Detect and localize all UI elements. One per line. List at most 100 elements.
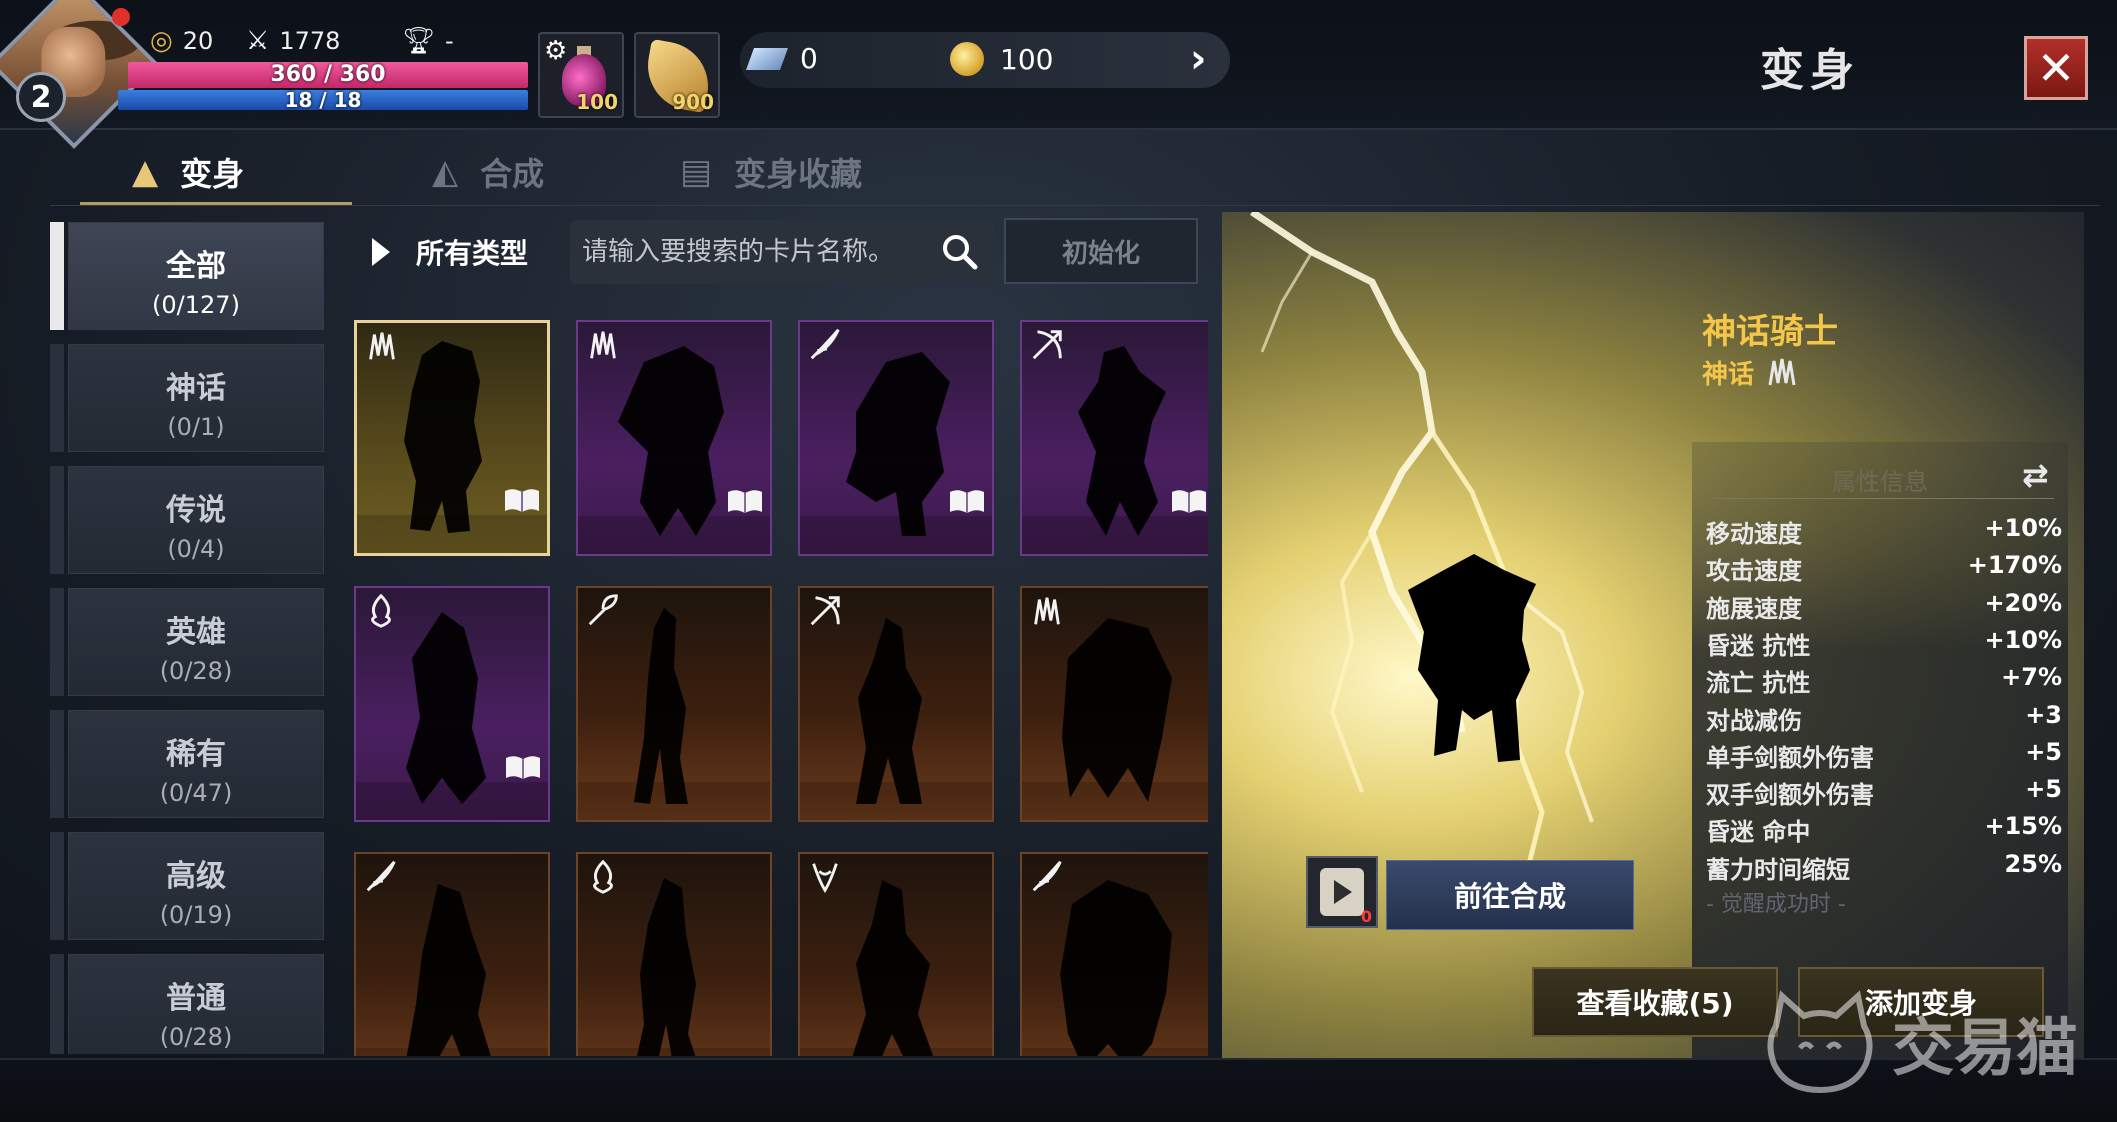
transform-card[interactable] (354, 320, 550, 556)
locked-silhouette (637, 878, 696, 1056)
category-mythic[interactable]: 神话 (0/1) (68, 344, 324, 452)
character-name: 神话骑士 (1702, 312, 1838, 352)
transform-card[interactable] (576, 586, 772, 822)
tab-transform[interactable]: ▲ 变身 (132, 136, 244, 208)
search-input[interactable] (582, 220, 942, 284)
gear-icon[interactable]: ⚙ (544, 36, 567, 66)
category-count: (0/4) (167, 535, 225, 563)
feather-icon (1032, 860, 1062, 892)
anvil-icon: ◭ (432, 152, 459, 192)
category-name: 英雄 (166, 615, 226, 650)
stat-name: 昏迷 命中 (1706, 818, 1811, 847)
leaf-count: 900 (672, 90, 714, 114)
character-rarity-label: 神话 (1702, 360, 1755, 390)
category-marker (50, 344, 64, 452)
stat-row: 攻击速度 +170% (1706, 551, 2062, 588)
stat-name: 双手剑额外伤害 (1706, 781, 1874, 810)
page-title: 变身 (1760, 45, 1860, 96)
transform-card[interactable] (798, 320, 994, 556)
close-button[interactable]: ✕ (2024, 36, 2088, 100)
type-filter-dropdown[interactable]: 所有类型 (372, 222, 528, 282)
category-count: (0/19) (159, 901, 233, 929)
category-count: (0/47) (159, 779, 233, 807)
transform-card[interactable] (1020, 852, 1208, 1056)
trophy-value: - (445, 27, 454, 55)
tab-collection[interactable]: ▤ 变身收藏 (680, 136, 862, 208)
transform-card[interactable] (798, 586, 994, 822)
claw-icon (369, 332, 395, 360)
transform-card[interactable] (1020, 320, 1208, 556)
stat-name: 昏迷 抗性 (1706, 631, 1811, 660)
transform-card[interactable] (576, 320, 772, 556)
search-box (570, 220, 994, 284)
search-icon[interactable] (940, 232, 980, 272)
trophy-icon: 🏆︎ (402, 26, 436, 56)
tab-synthesis[interactable]: ◭ 合成 (432, 136, 544, 208)
category-all[interactable]: 全部 (0/127) (68, 222, 324, 330)
synthesis-item-count: 0 (1360, 907, 1372, 926)
stat-row: 流亡 抗性 +7% (1706, 663, 2062, 700)
view-collection-button[interactable]: 查看收藏(5) (1532, 967, 1778, 1037)
diamond-currency: 0 (745, 42, 818, 75)
stat-row: 蓄力时间缩短 25% (1706, 850, 2062, 887)
gold-coin-icon (950, 42, 984, 76)
diamond-icon (745, 47, 789, 70)
transform-card[interactable] (1020, 586, 1208, 822)
stat-name: 攻击速度 (1706, 557, 1802, 586)
transform-card-grid (344, 296, 1208, 1056)
stat-value: +7% (2001, 663, 2062, 692)
notification-dot (112, 8, 130, 26)
transform-card[interactable] (354, 586, 550, 822)
synthesis-scroll-slot[interactable]: 0 (1306, 856, 1378, 928)
category-count: (0/127) (152, 291, 240, 319)
currency-expand-arrow-icon[interactable]: › (1190, 36, 1206, 82)
book-icon: ▤ (680, 152, 713, 192)
stat-name: 流亡 抗性 (1706, 669, 1811, 698)
potion-slot[interactable]: ⚙ 100 (538, 32, 624, 118)
swap-arrows-icon[interactable]: ⇄ (2022, 456, 2049, 494)
coil-icon: ◎ (150, 26, 173, 56)
gold-value: 100 (1000, 42, 1054, 76)
open-book-icon (728, 490, 762, 513)
feather-icon (366, 860, 396, 892)
leaf-slot[interactable]: 900 (634, 32, 720, 118)
transform-card[interactable] (798, 852, 994, 1056)
category-name: 普通 (166, 981, 226, 1016)
crossed-swords-icon: ⚔ (246, 26, 270, 56)
hp-bar: 360 / 360 (128, 62, 528, 88)
top-bar: 2 ◎ 20 ⚔ 1778 🏆︎ - 360 / 360 18 / 18 ⚙ 1… (0, 0, 2117, 149)
mp-value: 18 / 18 (284, 88, 362, 112)
category-legend[interactable]: 传说 (0/4) (68, 466, 324, 574)
stat-value: +170% (1967, 551, 2062, 580)
transform-card[interactable] (576, 852, 772, 1056)
category-hero[interactable]: 英雄 (0/28) (68, 588, 324, 696)
category-common[interactable]: 普通 (0/28) (68, 954, 324, 1054)
claw-class-icon (1768, 358, 1796, 385)
locked-silhouette (618, 346, 724, 536)
reset-button[interactable]: 初始化 (1004, 218, 1198, 284)
category-marker (50, 222, 64, 330)
open-book-icon (505, 489, 539, 512)
bow-icon (1032, 330, 1062, 360)
category-count: (0/1) (167, 413, 225, 441)
category-name: 稀有 (166, 737, 226, 772)
goto-synthesis-button[interactable]: 前往合成 (1386, 860, 1634, 930)
category-marker (50, 832, 64, 940)
stats-header: 属性信息 (1832, 468, 1928, 496)
category-rare[interactable]: 稀有 (0/47) (68, 710, 324, 818)
hp-value: 360 / 360 (270, 62, 386, 87)
gold-currency: 100 (950, 42, 1053, 76)
stat-name: 蓄力时间缩短 (1706, 855, 1850, 884)
character-rarity: 神话 (1702, 354, 1800, 391)
claw-icon (1034, 597, 1060, 625)
stat-value: +3 (2025, 700, 2062, 729)
stat-value: +20% (1984, 588, 2062, 617)
category-marker (50, 588, 64, 696)
locked-silhouette (1078, 346, 1166, 536)
transform-card[interactable] (354, 852, 550, 1056)
stat-name: 单手剑额外伤害 (1706, 743, 1874, 772)
category-advanced[interactable]: 高级 (0/19) (68, 832, 324, 940)
tab-bar: ▲ 变身 ◭ 合成 ▤ 变身收藏 (80, 136, 2100, 208)
locked-silhouette (404, 341, 482, 533)
tab-divider (50, 205, 2100, 206)
